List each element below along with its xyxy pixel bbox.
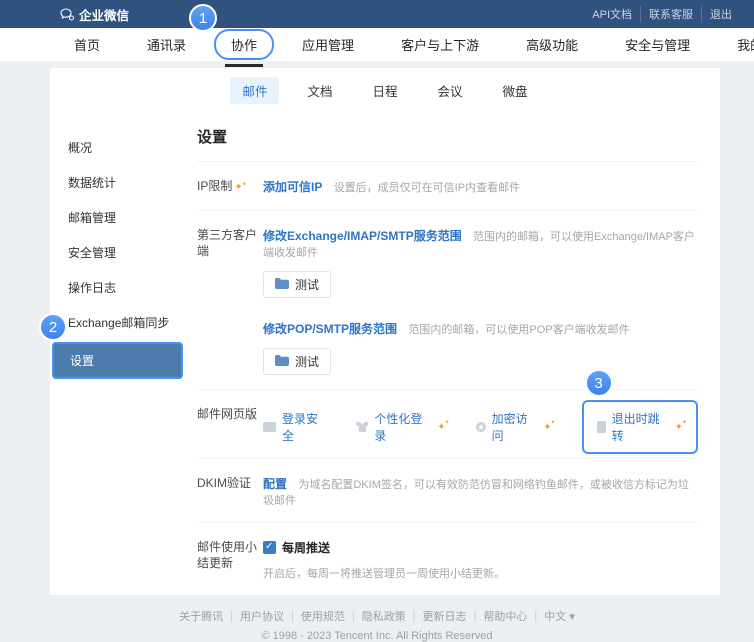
footer-language-selector[interactable]: 中文 ▾ bbox=[537, 608, 582, 624]
new-sparkle-icon bbox=[675, 422, 683, 433]
topbar-link-api-docs[interactable]: API文档 bbox=[584, 6, 640, 22]
wechat-work-bubble-icon bbox=[60, 8, 74, 21]
personalized-login-link[interactable]: 个性化登录 bbox=[356, 410, 445, 444]
footer-link-user-agreement[interactable]: 用户协议 bbox=[233, 608, 291, 624]
encrypted-access-link[interactable]: 加密访问 bbox=[476, 410, 552, 444]
nav-tab-security[interactable]: 安全与管理 bbox=[621, 33, 694, 56]
step-bubble-2: 2 bbox=[39, 313, 67, 341]
shirt-icon bbox=[356, 422, 368, 432]
sidebar-item-operation-log[interactable]: 操作日志 bbox=[50, 270, 185, 305]
dkim-desc: 为域名配置DKIM签名，可以有效防范仿冒和网络钓鱼邮件，或被收信方标记为垃圾邮件 bbox=[263, 479, 689, 507]
sidebar-item-settings[interactable]: 2 设置 bbox=[52, 342, 183, 379]
topbar-links: API文档 联系客服 退出 bbox=[584, 6, 740, 22]
row-dkim-label: DKIM验证 bbox=[197, 475, 263, 508]
pop-smtp-desc: 范围内的邮箱，可以使用POP客户端收发邮件 bbox=[408, 324, 629, 336]
row-third-party-client: 第三方客户端 修改Exchange/IMAP/SMTP服务范围 范围内的邮箱，可… bbox=[197, 211, 698, 390]
logout-redirect-link[interactable]: 3 退出时跳转 bbox=[582, 400, 698, 454]
new-sparkle-icon bbox=[543, 422, 551, 433]
sidebar-item-statistics[interactable]: 数据统计 bbox=[50, 165, 185, 200]
nav-tab-contacts[interactable]: 通讯录 bbox=[143, 33, 190, 56]
row-dkim: DKIM验证 配置 为域名配置DKIM签名，可以有效防范仿冒和网络钓鱼邮件，或被… bbox=[197, 459, 698, 523]
nav-tab-my-company[interactable]: 我的企业 bbox=[733, 33, 754, 56]
sidebar: 概况 数据统计 邮箱管理 安全管理 操作日志 Exchange邮箱同步 2 设置 bbox=[50, 112, 185, 595]
dkim-configure-link[interactable]: 配置 bbox=[263, 477, 287, 491]
ring-icon bbox=[476, 422, 486, 432]
sidebar-item-exchange-sync[interactable]: Exchange邮箱同步 bbox=[50, 305, 185, 340]
modify-pop-smtp-link[interactable]: 修改POP/SMTP服务范围 bbox=[263, 322, 397, 336]
modify-exchange-imap-smtp-link[interactable]: 修改Exchange/IMAP/SMTP服务范围 bbox=[263, 229, 462, 243]
pop-smtp-group: 修改POP/SMTP服务范围 范围内的邮箱，可以使用POP客户端收发邮件 测试 bbox=[263, 320, 698, 375]
app-logo-text: 企业微信 bbox=[79, 5, 129, 24]
page-title: 设置 bbox=[197, 122, 698, 162]
footer-link-changelog[interactable]: 更新日志 bbox=[416, 608, 474, 624]
new-sparkle-icon bbox=[437, 422, 445, 433]
sidebar-item-overview[interactable]: 概况 bbox=[50, 130, 185, 165]
copyright-text: © 1998 - 2023 Tencent Inc. All Rights Re… bbox=[0, 630, 754, 642]
folder-icon bbox=[275, 355, 289, 369]
footer-link-about-tencent[interactable]: 关于腾讯 bbox=[172, 608, 230, 624]
footer-link-help-center[interactable]: 帮助中心 bbox=[476, 608, 534, 624]
row-ip-restriction: IP限制 添加可信IP 设置后，成员仅可在可信IP内查看邮件 bbox=[197, 162, 698, 211]
page-background: 邮件 文档 日程 会议 微盘 概况 数据统计 邮箱管理 安全管理 操作日志 Ex… bbox=[0, 61, 754, 642]
nav-tab-home[interactable]: 首页 bbox=[70, 33, 104, 56]
sidebar-item-settings-label: 设置 bbox=[70, 354, 94, 368]
step-bubble-3: 3 bbox=[585, 369, 613, 397]
row-usage-summary: 邮件使用小结更新 每周推送 开启后，每周一将推送管理员一周使用小结更新。 bbox=[197, 523, 698, 595]
tab-meeting[interactable]: 会议 bbox=[426, 77, 475, 104]
row-webmail-label: 邮件网页版 bbox=[197, 406, 263, 444]
topbar-link-logout[interactable]: 退出 bbox=[701, 6, 740, 22]
topbar-link-contact-support[interactable]: 联系客服 bbox=[640, 6, 701, 22]
tab-calendar[interactable]: 日程 bbox=[360, 77, 409, 104]
sidebar-item-mailbox-management[interactable]: 邮箱管理 bbox=[50, 200, 185, 235]
main-card: 邮件 文档 日程 会议 微盘 概况 数据统计 邮箱管理 安全管理 操作日志 Ex… bbox=[50, 68, 720, 595]
nav-tab-advanced[interactable]: 高级功能 bbox=[522, 33, 582, 56]
tab-drive[interactable]: 微盘 bbox=[491, 77, 540, 104]
exchange-imap-smtp-group: 修改Exchange/IMAP/SMTP服务范围 范围内的邮箱，可以使用Exch… bbox=[263, 227, 698, 298]
door-icon bbox=[597, 421, 606, 433]
row-ip-restriction-label: IP限制 bbox=[197, 178, 263, 196]
row-third-party-label: 第三方客户端 bbox=[197, 227, 263, 375]
footer-link-privacy-policy[interactable]: 隐私政策 bbox=[355, 608, 413, 624]
sidebar-item-security-management[interactable]: 安全管理 bbox=[50, 235, 185, 270]
nav-tab-customers[interactable]: 客户与上下游 bbox=[397, 33, 483, 56]
folder-icon bbox=[275, 278, 289, 292]
login-security-link[interactable]: 登录安全 bbox=[263, 410, 326, 444]
topbar: 企业微信 API文档 联系客服 退出 bbox=[0, 0, 754, 28]
app-logo[interactable]: 企业微信 bbox=[60, 5, 129, 24]
settings-content: 设置 IP限制 添加可信IP 设置后，成员仅可在可信IP内查看邮件 第三方客户端 bbox=[185, 112, 720, 595]
row-usage-summary-label: 邮件使用小结更新 bbox=[197, 539, 263, 581]
nav-tab-collaboration[interactable]: 协作 bbox=[214, 29, 274, 60]
module-tabs: 邮件 文档 日程 会议 微盘 bbox=[50, 77, 720, 112]
monitor-icon bbox=[263, 422, 276, 432]
add-trusted-ip-link[interactable]: 添加可信IP bbox=[263, 180, 322, 194]
main-nav: 首页 通讯录 协作 应用管理 客户与上下游 高级功能 安全与管理 我的企业 bbox=[0, 28, 754, 61]
step-bubble-1: 1 bbox=[189, 4, 217, 32]
ip-restriction-desc: 设置后，成员仅可在可信IP内查看邮件 bbox=[334, 182, 520, 194]
new-sparkle-icon bbox=[234, 180, 242, 196]
usage-summary-desc: 开启后，每周一将推送管理员一周使用小结更新。 bbox=[263, 565, 698, 581]
pop-test-button[interactable]: 测试 bbox=[263, 348, 331, 375]
row-webmail: 邮件网页版 登录安全 个性化登录 加密访问 bbox=[197, 390, 698, 459]
tab-docs[interactable]: 文档 bbox=[295, 77, 344, 104]
tab-mail[interactable]: 邮件 bbox=[230, 77, 279, 104]
weekly-push-checkbox[interactable] bbox=[263, 541, 276, 554]
exchange-test-button[interactable]: 测试 bbox=[263, 271, 331, 298]
footer: 关于腾讯| 用户协议| 使用规范| 隐私政策| 更新日志| 帮助中心| 中文 ▾… bbox=[0, 595, 754, 642]
weekly-push-label: 每周推送 bbox=[282, 539, 330, 556]
chevron-down-icon: ▾ bbox=[569, 611, 575, 623]
footer-links: 关于腾讯| 用户协议| 使用规范| 隐私政策| 更新日志| 帮助中心| 中文 ▾ bbox=[0, 608, 754, 624]
nav-tab-app-management[interactable]: 应用管理 bbox=[298, 33, 358, 56]
footer-link-usage-rules[interactable]: 使用规范 bbox=[294, 608, 352, 624]
